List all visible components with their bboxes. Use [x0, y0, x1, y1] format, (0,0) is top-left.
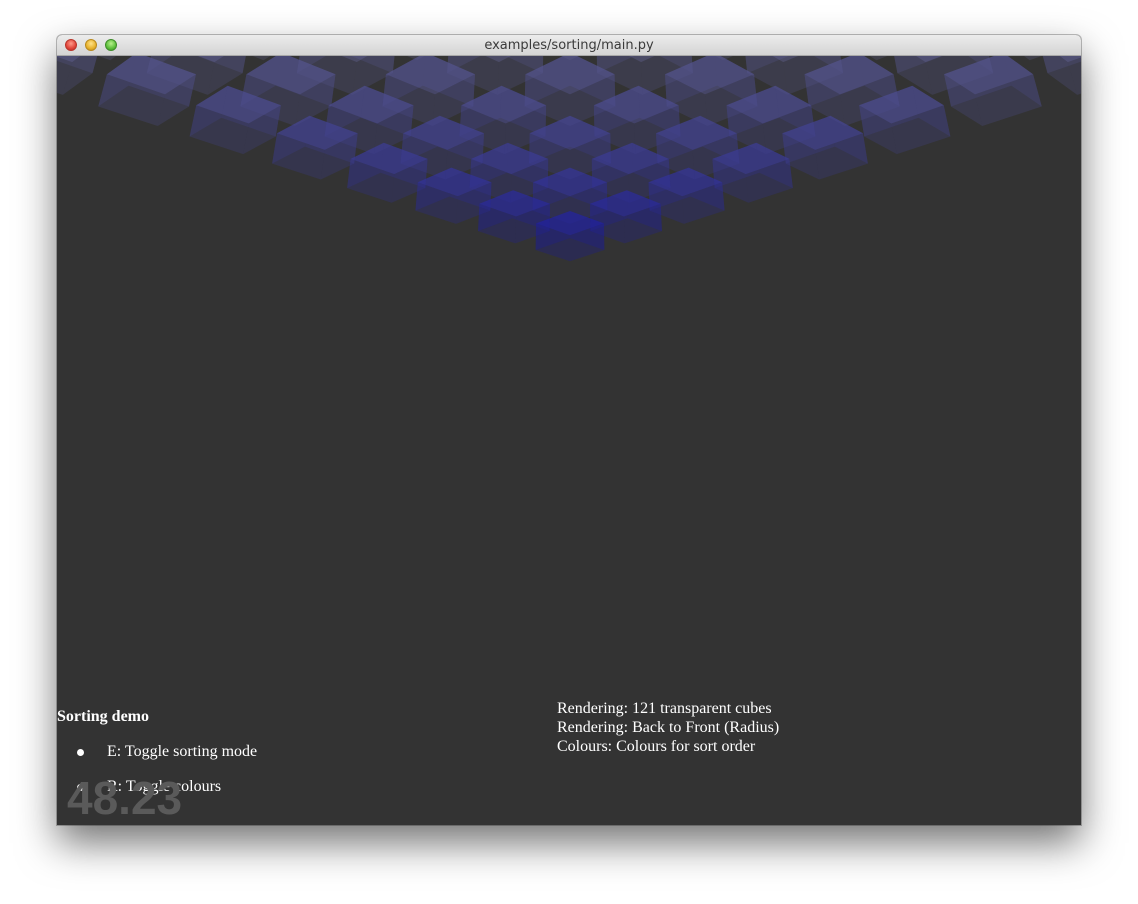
bullet-icon [77, 749, 84, 756]
app-window: examples/sorting/main.py Sorting demo E:… [57, 35, 1081, 825]
window-title: examples/sorting/main.py [484, 38, 654, 53]
status-line: Colours: Colours for sort order [557, 738, 756, 755]
status-line: Rendering: 121 transparent cubes [557, 700, 772, 717]
transparent-cube [57, 56, 98, 95]
help-item-text: E: Toggle sorting mode [107, 743, 258, 760]
fps-counter: 48.23 [67, 772, 183, 824]
title-bar[interactable]: examples/sorting/main.py [57, 35, 1081, 56]
help-title: Sorting demo [57, 708, 149, 725]
transparent-cube [1042, 56, 1081, 95]
status-line: Rendering: Back to Front (Radius) [557, 719, 780, 736]
render-viewport[interactable]: Sorting demo E: Toggle sorting mode R: T… [57, 56, 1081, 825]
